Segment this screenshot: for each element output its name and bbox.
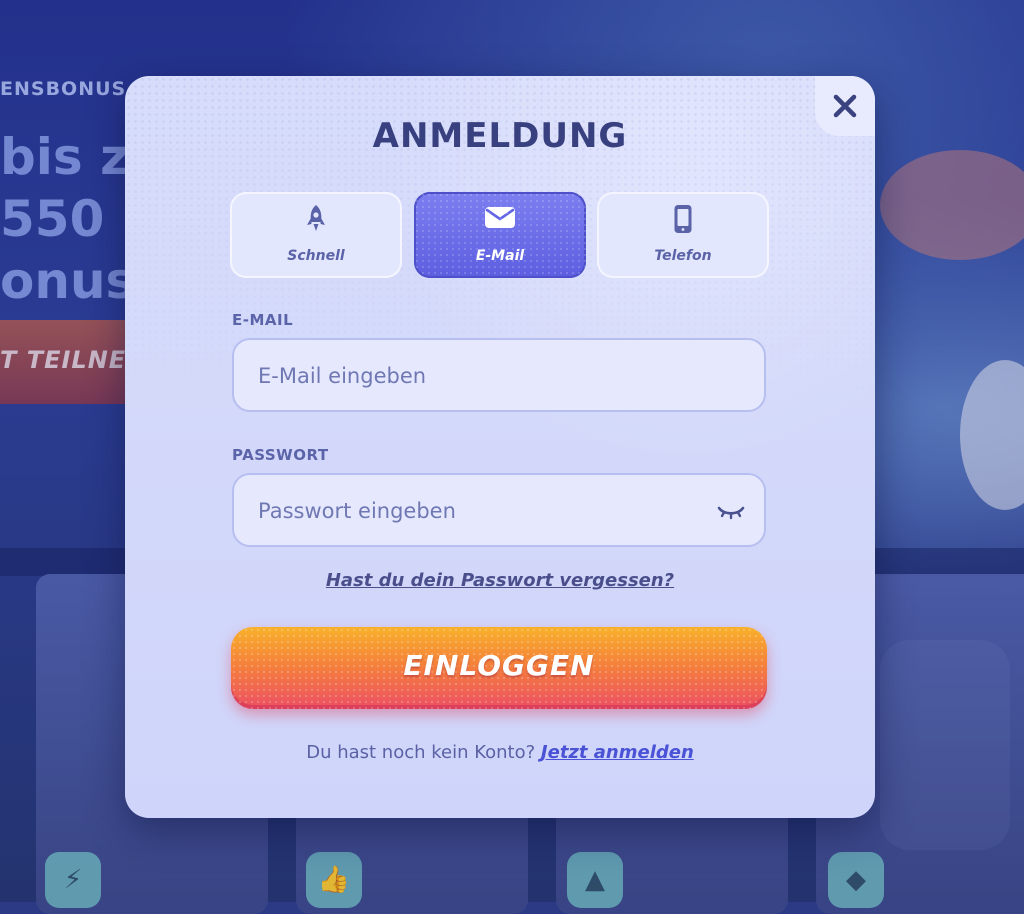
tab-label: E-Mail [475, 248, 525, 264]
email-label: E-MAIL [232, 311, 294, 329]
envelope-icon [414, 204, 586, 234]
forgot-password-link[interactable]: Hast du dein Passwort vergessen? [125, 570, 875, 591]
background-character-figure [960, 360, 1024, 510]
password-input[interactable] [256, 475, 700, 547]
hat-icon: ▲ [567, 852, 623, 908]
thumbs-up-icon: 👍 [306, 852, 362, 908]
login-method-tabs: Schnell E-Mail Telefon [230, 192, 770, 280]
modal-title: ANMELDUNG [372, 116, 628, 156]
tab-telefon[interactable]: Telefon [597, 192, 769, 278]
tab-label: Telefon [654, 248, 712, 264]
email-field-wrapper [232, 338, 766, 412]
background-cta-label: T TEILNE [0, 346, 127, 374]
phone-icon [597, 204, 769, 234]
password-field-wrapper [232, 473, 766, 547]
background-promo-line: bis z [0, 128, 130, 186]
tab-label: Schnell [287, 248, 345, 264]
bolt-icon: ⚡ [45, 852, 101, 908]
password-label: PASSWORT [232, 446, 329, 464]
signup-row: Du hast noch kein Konto? Jetzt anmelden [125, 742, 875, 763]
show-password-toggle[interactable] [716, 499, 746, 523]
tab-email[interactable]: E-Mail [414, 192, 586, 278]
diamond-icon: ◆ [828, 852, 884, 908]
tab-schnell[interactable]: Schnell [230, 192, 402, 278]
email-input[interactable] [256, 340, 700, 412]
background-cta-button: T TEILNE [0, 320, 140, 404]
login-button-label: EINLOGGEN [403, 649, 595, 682]
signup-prompt: Du hast noch kein Konto? [306, 742, 536, 763]
background-character-arm [880, 150, 1024, 260]
login-button[interactable]: EINLOGGEN [231, 627, 767, 709]
login-modal: ANMELDUNG Schnell E-Mail Telefon E-MAIL … [125, 76, 875, 818]
background-promo-label: ENSBONUS [0, 78, 127, 100]
signup-link[interactable]: Jetzt anmelden [541, 742, 694, 763]
rocket-icon [230, 204, 402, 234]
eye-closed-icon [717, 506, 745, 520]
